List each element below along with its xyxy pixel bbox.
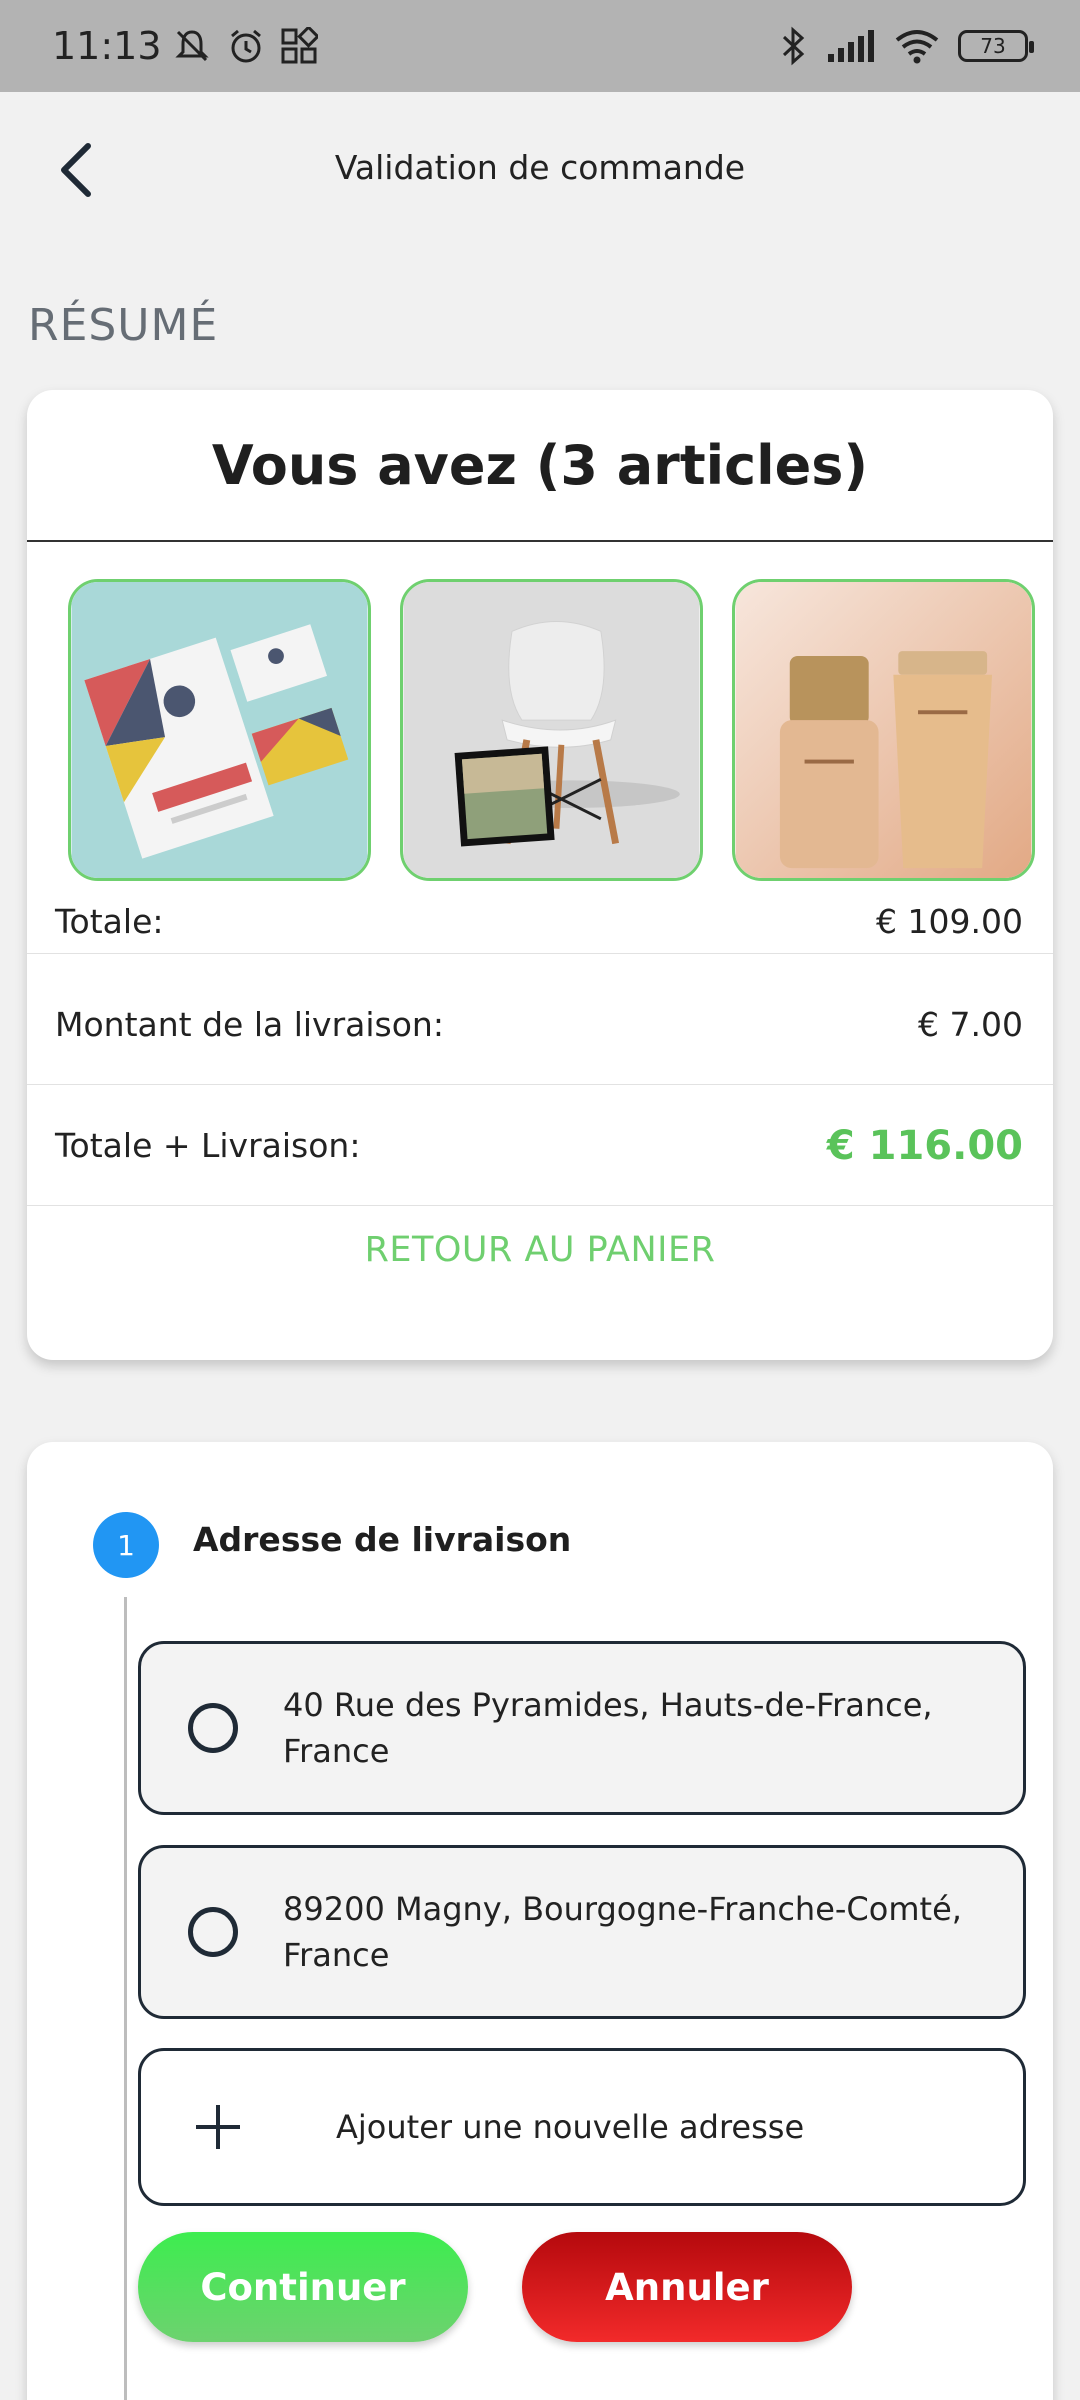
address-option-2[interactable]: 89200 Magny, Bourgogne-Franche-Comté, Fr… [138,1845,1026,2019]
shipping-value: € 7.00 [918,1005,1023,1044]
order-summary-card: Vous avez (3 articles) Totale: € 109.00 … [27,390,1053,1360]
delivery-address-card: 1 Adresse de livraison 40 Rue des Pyrami… [27,1442,1053,2400]
step-number-badge: 1 [93,1512,159,1578]
product-thumb-cosmetics[interactable] [732,579,1035,881]
continue-button[interactable]: Continuer [138,2232,468,2342]
mute-icon [174,30,209,62]
radio-button-icon[interactable] [188,1703,238,1753]
product-thumb-stationery[interactable] [68,579,371,881]
apps-icon [281,27,318,64]
address-option-1[interactable]: 40 Rue des Pyramides, Hauts-de-France, F… [138,1641,1026,1815]
add-address-button[interactable]: Ajouter une nouvelle adresse [138,2048,1026,2206]
app-header: Validation de commande [0,92,1080,242]
status-time: 11:13 [52,24,162,68]
step-title: Adresse de livraison [193,1520,572,1559]
subtotal-label: Totale: [55,902,164,941]
wifi-icon [895,30,939,64]
cosmetics-image [735,582,1032,878]
page-title: Validation de commande [334,147,746,187]
chevron-left-icon[interactable] [52,140,102,200]
step-connector-line [124,1597,127,2400]
add-address-label: Ajouter une nouvelle adresse [336,2108,805,2146]
battery-level: 73 [980,34,1006,58]
shipping-label: Montant de la livraison: [55,1005,444,1044]
grand-total-value: € 116.00 [826,1122,1023,1169]
stationery-image [71,582,368,878]
battery-icon: 73 [958,30,1034,62]
address-text: 40 Rue des Pyramides, Hauts-de-France, F… [283,1686,933,1770]
chair-image [403,582,700,878]
signal-icon [828,30,874,62]
subtotal-value: € 109.00 [876,902,1023,941]
grand-total-label: Totale + Livraison: [55,1126,361,1165]
back-to-cart-link[interactable]: RETOUR AU PANIER [27,1230,1053,1270]
summary-title: Vous avez (3 articles) [27,390,1053,542]
shipping-row: Montant de la livraison: € 7.00 [27,965,1053,1085]
product-thumbnails[interactable] [68,579,1052,883]
subtotal-row: Totale: € 109.00 [27,890,1053,954]
alarm-icon [230,29,261,63]
address-text: 89200 Magny, Bourgogne-Franche-Comté, Fr… [283,1890,962,1974]
bluetooth-icon [782,26,805,66]
plus-icon [196,2105,240,2149]
grand-total-row: Totale + Livraison: € 116.00 [27,1086,1053,1206]
cancel-button[interactable]: Annuler [522,2232,852,2342]
product-thumb-chair[interactable] [400,579,703,881]
status-bar: 11:13 73 [0,0,1080,92]
radio-button-icon[interactable] [188,1907,238,1957]
section-label-summary: RÉSUMÉ [28,300,219,351]
